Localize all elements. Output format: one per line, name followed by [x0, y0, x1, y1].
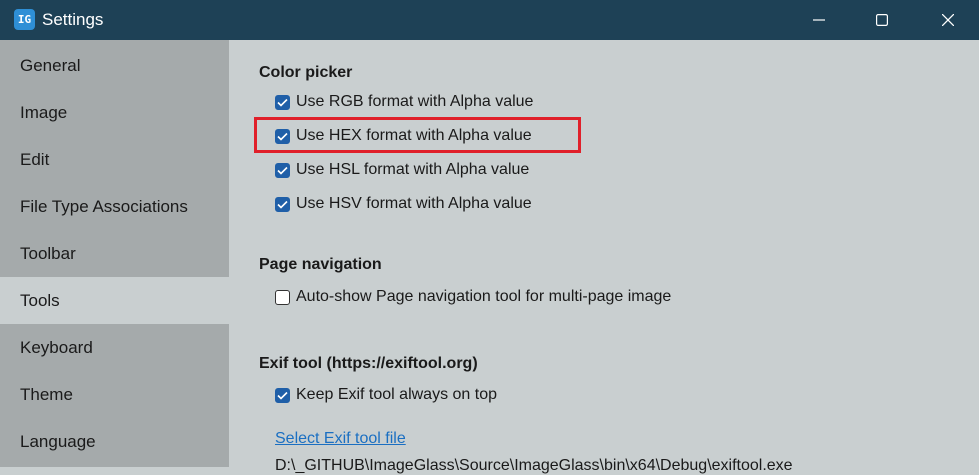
select-exif-tool-link[interactable]: Select Exif tool file	[275, 430, 406, 448]
maximize-icon	[876, 14, 888, 26]
sidebar-item-tools[interactable]: Tools	[0, 277, 229, 324]
close-icon	[942, 14, 954, 26]
auto-show-page-nav-option[interactable]: Auto-show Page navigation tool for multi…	[275, 285, 671, 309]
settings-content: Color picker Use RGB format with Alpha v…	[229, 40, 979, 474]
sidebar-item-toolbar[interactable]: Toolbar	[0, 230, 229, 277]
window-title: Settings	[42, 10, 104, 29]
hsv-alpha-checkbox[interactable]	[275, 196, 290, 212]
hsv-alpha-label: Use HSV format with Alpha value	[296, 195, 532, 212]
rgb-alpha-checkbox[interactable]	[275, 94, 290, 110]
exif-always-on-top-checkbox[interactable]	[275, 387, 290, 403]
sidebar-item-keyboard[interactable]: Keyboard	[0, 324, 229, 371]
hsl-alpha-option[interactable]: Use HSL format with Alpha value	[275, 158, 529, 182]
sidebar-item-edit[interactable]: Edit	[0, 136, 229, 183]
auto-show-page-nav-label: Auto-show Page navigation tool for multi…	[296, 288, 672, 305]
exif-always-on-top-label: Keep Exif tool always on top	[296, 386, 498, 403]
rgb-alpha-label: Use RGB format with Alpha value	[296, 93, 534, 110]
highlight-box	[254, 117, 581, 153]
sidebar-item-image[interactable]: Image	[0, 89, 229, 136]
checkmark-icon	[277, 200, 288, 209]
settings-sidebar: General Image Edit File Type Association…	[0, 40, 229, 467]
hsl-alpha-checkbox[interactable]	[275, 162, 290, 178]
checkmark-icon	[277, 391, 288, 400]
sidebar-item-language[interactable]: Language	[0, 418, 229, 465]
app-icon-glyph: IG	[17, 13, 32, 26]
checkmark-icon	[277, 98, 288, 107]
exif-tool-path: D:\_GITHUB\ImageGlass\Source\ImageGlass\…	[275, 457, 793, 474]
exif-tool-title: Exif tool (https://exiftool.org)	[259, 355, 478, 372]
hsl-alpha-label: Use HSL format with Alpha value	[296, 161, 530, 178]
rgb-alpha-option[interactable]: Use RGB format with Alpha value	[275, 90, 533, 114]
minimize-icon	[813, 19, 825, 21]
sidebar-item-file-type-associations[interactable]: File Type Associations	[0, 183, 229, 230]
color-picker-title: Color picker	[259, 64, 353, 81]
page-navigation-title: Page navigation	[259, 256, 382, 273]
auto-show-page-nav-checkbox[interactable]	[275, 289, 290, 305]
app-icon: IG	[14, 9, 35, 30]
exif-always-on-top-option[interactable]: Keep Exif tool always on top	[275, 383, 497, 407]
close-button[interactable]	[917, 0, 979, 40]
title-bar: IG Settings	[0, 0, 979, 40]
sidebar-item-general[interactable]: General	[0, 42, 229, 89]
checkmark-icon	[277, 166, 288, 175]
maximize-button[interactable]	[851, 0, 913, 40]
hsv-alpha-option[interactable]: Use HSV format with Alpha value	[275, 192, 532, 216]
minimize-button[interactable]	[788, 0, 850, 40]
sidebar-item-theme[interactable]: Theme	[0, 371, 229, 418]
